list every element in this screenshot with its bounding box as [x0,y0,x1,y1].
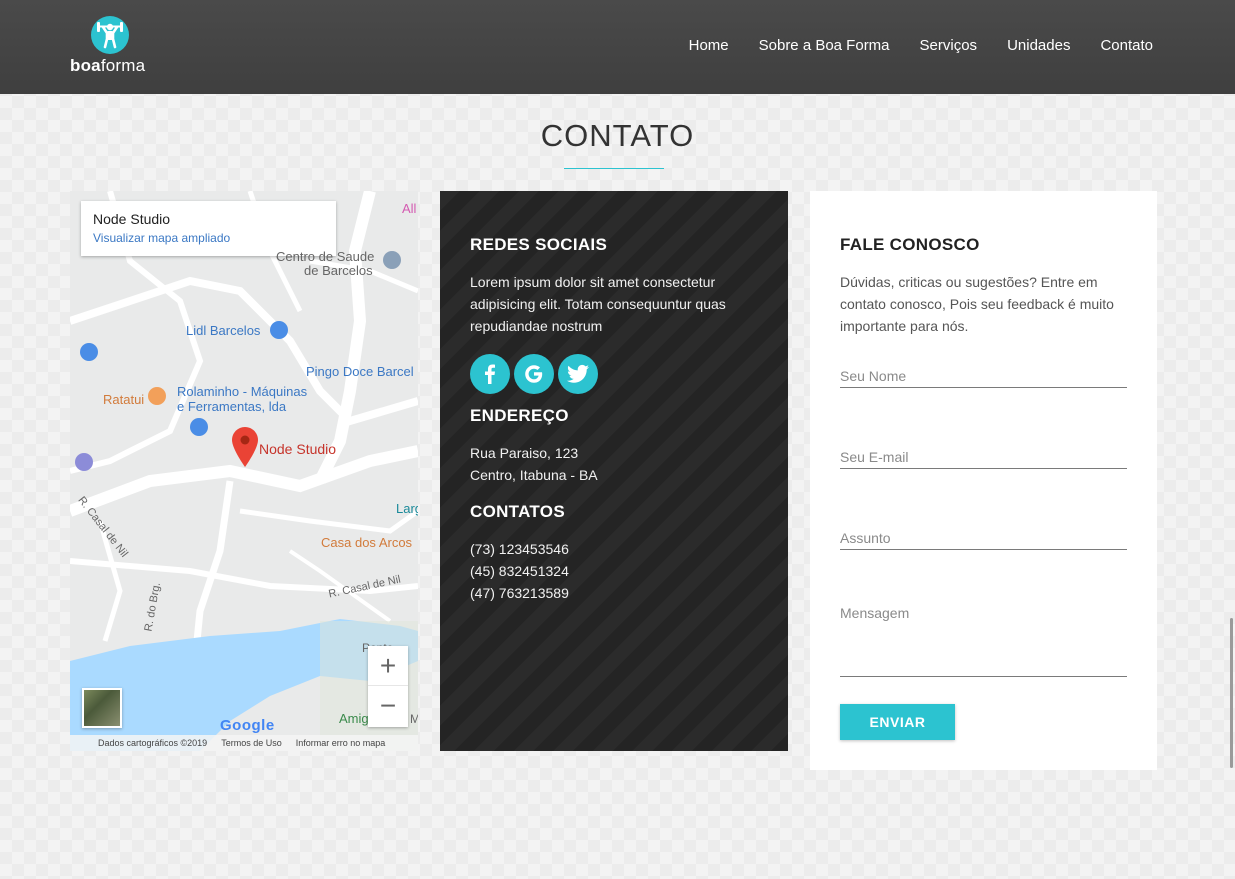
map-label-health-center: Centro de Saude [276,249,375,264]
terms-link[interactable]: Termos de Uso [221,735,282,751]
location-pin-icon[interactable] [232,427,258,467]
map-label-rolaminho: Rolaminho - Máquinas [177,384,308,399]
map-label-m: M [410,712,418,726]
google-logo: Google [220,717,275,734]
map-label-amig: Amig [339,711,369,726]
gas-station-icon [75,453,93,471]
phone-number: (47) 763213589 [470,585,569,601]
map-label-health-center-2: de Barcelos [304,263,373,278]
shopping-bag-icon-2 [190,418,208,436]
contact-info-panel: REDES SOCIAIS Lorem ipsum dolor sit amet… [440,191,788,751]
enlarge-map-link[interactable]: Visualizar mapa ampliado [93,231,324,245]
nav-about[interactable]: Sobre a Boa Forma [759,37,890,54]
phone-number: (73) 123453546 [470,541,569,557]
map-card-title: Node Studio [93,211,171,227]
site-header: boaforma Home Sobre a Boa Forma Serviços… [0,0,1235,94]
phone-list: (73) 123453546 (45) 832451324 (47) 76321… [470,538,758,604]
map-label-node-studio: Node Studio [259,441,337,457]
title-underline [564,168,664,169]
address-line-1: Rua Paraiso, 123 [470,445,579,461]
form-heading: FALE CONOSCO [840,235,980,254]
zoom-out-button[interactable]: − [368,686,408,726]
message-field[interactable] [840,605,1127,677]
section-title: CONTATO [540,118,695,153]
map-place-card: Node Studio Visualizar mapa ampliado [81,201,336,256]
shopping-cart-icon [270,321,288,339]
map-zoom-controls: + − [368,646,408,727]
health-center-icon [383,251,401,269]
contact-form: FALE CONOSCO Dúvidas, criticas ou sugest… [810,191,1157,770]
brand-logo[interactable]: boaforma [70,14,152,76]
address-block: Rua Paraiso, 123 Centro, Itabuna - BA [470,442,758,486]
form-intro: Dúvidas, criticas ou sugestões? Entre em… [840,274,1114,334]
map-label-casa-dos-arcos: Casa dos Arcos [321,535,413,550]
email-field[interactable] [840,446,1127,469]
restaurant-icon [148,387,166,405]
google-icon[interactable] [514,354,554,394]
satellite-view-toggle[interactable] [82,688,122,728]
weightlifter-icon [91,16,129,54]
twitter-icon[interactable] [558,354,598,394]
nav-units[interactable]: Unidades [1007,37,1070,54]
shopping-bag-icon [80,343,98,361]
map-label-lidl: Lidl Barcelos [186,323,261,338]
map-label-pingo-doce: Pingo Doce Barcel [306,364,414,379]
address-line-2: Centro, Itabuna - BA [470,467,598,483]
page-scrollbar[interactable] [1230,618,1233,768]
map-footer: Dados cartográficos ©2019 Termos de Uso … [70,735,418,751]
phone-number: (45) 832451324 [470,563,569,579]
map-label-all: All [402,201,417,216]
send-button[interactable]: ENVIAR [840,704,955,740]
name-field[interactable] [840,365,1127,388]
location-map[interactable]: Node Studio Visualizar mapa ampliado All… [70,191,418,751]
facebook-icon[interactable] [470,354,510,394]
nav-contact[interactable]: Contato [1100,37,1153,54]
map-data-credit: Dados cartográficos ©2019 [98,738,208,748]
contacts-heading: CONTATOS [470,502,565,521]
report-error-link[interactable]: Informar erro no mapa [296,735,386,751]
social-text: Lorem ipsum dolor sit amet consectetur a… [470,274,726,334]
social-heading: REDES SOCIAIS [470,235,608,254]
zoom-in-button[interactable]: + [368,646,408,686]
brand-name: boaforma [70,56,146,75]
nav-home[interactable]: Home [689,37,729,54]
social-links [470,354,758,394]
main-nav: Home Sobre a Boa Forma Serviços Unidades… [689,37,1153,54]
map-label-rolaminho-2: e Ferramentas, lda [177,399,287,414]
map-label-larg: Larg [396,501,418,516]
address-heading: ENDEREÇO [470,406,569,425]
map-label-ratatui: Ratatui [103,392,145,407]
subject-field[interactable] [840,527,1127,550]
nav-services[interactable]: Serviços [920,37,978,54]
